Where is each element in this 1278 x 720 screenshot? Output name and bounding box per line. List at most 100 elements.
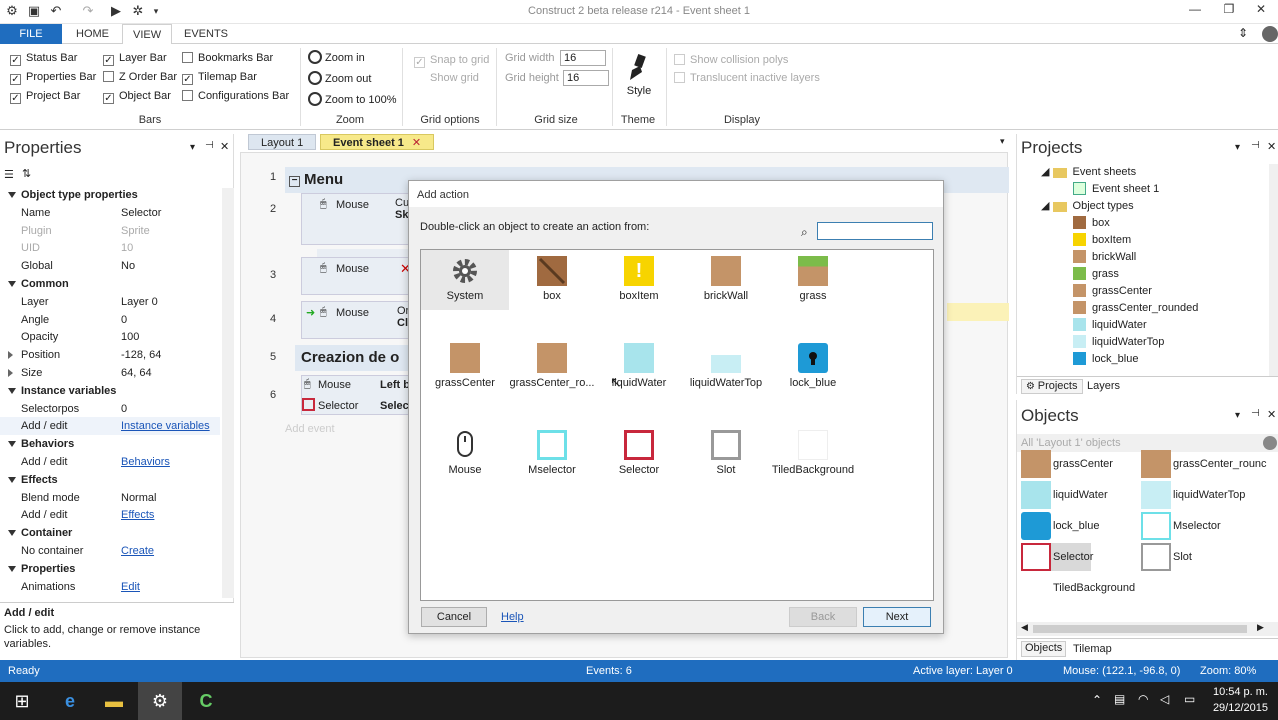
property-row[interactable]: Common [0,275,220,293]
object-item[interactable]: box [508,250,596,310]
sort-alpha-icon[interactable]: ⇅ [22,167,31,180]
pin-icon[interactable]: ⊣ [205,140,214,151]
project-tree[interactable]: ◢ Event sheets Event sheet 1 ◢ Object ty… [1017,164,1267,376]
tab-events[interactable]: EVENTS [174,24,238,44]
account-icon[interactable] [1262,26,1278,42]
scroll-left-icon[interactable]: ◀ [1021,622,1028,633]
property-row[interactable]: Animations Edit [0,578,220,596]
tray-network-icon[interactable]: ▤ [1114,692,1125,706]
object-item[interactable]: grass [769,250,857,310]
tree-item-object-type[interactable]: grassCenter [1073,283,1152,300]
property-row[interactable]: Plugin Sprite [0,222,220,240]
event-condition-row[interactable]: 🖱 Mouse Left b Selector Selec [301,375,411,415]
tree-item-object-type[interactable]: boxItem [1073,232,1131,249]
object-tile[interactable]: grassCenter_rounc [1141,450,1267,478]
tab-event-sheet-1[interactable]: Event sheet 1 ✕ [320,134,435,150]
object-tile[interactable]: lock_blue [1021,512,1141,540]
objects-hscrollbar[interactable]: ◀ ▶ [1017,622,1278,636]
object-item[interactable]: grassCenter_ro... [508,337,596,397]
tree-item-object-type[interactable]: lock_blue [1073,351,1138,368]
object-bar-checkbox[interactable]: ✓ Object Bar [103,88,171,104]
tree-item-event-sheets[interactable]: ◢ Event sheets [1041,164,1136,181]
property-row[interactable]: Properties [0,560,220,578]
grid-width-input[interactable]: 16 [560,50,606,66]
next-button[interactable]: Next [863,607,931,627]
object-tile[interactable]: Slot [1141,543,1261,571]
tree-item-object-type[interactable]: grass [1073,266,1119,283]
tilemap-bar-checkbox[interactable]: ✓ Tilemap Bar [182,69,257,85]
close-panel-icon[interactable]: ✕ [1267,408,1276,421]
group-creazion[interactable]: Creazion de o [295,345,415,371]
object-tile[interactable]: grassCenter [1021,450,1141,478]
close-tab-icon[interactable]: ✕ [412,137,421,149]
property-link[interactable]: Effects [121,506,154,524]
add-event-link[interactable]: Add event [285,423,335,435]
properties-bar-checkbox[interactable]: ✓ Properties Bar [10,69,96,85]
object-item[interactable]: Mselector [508,424,596,484]
scroll-thumb[interactable] [1033,625,1247,633]
property-row[interactable]: Opacity 100 [0,328,220,346]
panel-menu-icon[interactable]: ▾ [1235,142,1240,153]
property-row[interactable]: Angle 0 [0,311,220,329]
panel-menu-icon[interactable]: ▾ [1235,410,1240,421]
layer-bar-checkbox[interactable]: ✓ Layer Bar [103,50,167,66]
file-explorer-icon[interactable]: ▬ [92,682,136,720]
projects-scrollbar[interactable] [1269,164,1278,376]
property-row[interactable]: Behaviors [0,435,220,453]
tree-item-object-type[interactable]: liquidWater [1073,317,1147,334]
close-panel-icon[interactable]: ✕ [220,140,229,153]
close-icon[interactable]: ✕ [1250,2,1272,22]
cancel-button[interactable]: Cancel [421,607,487,627]
tab-layout-1[interactable]: Layout 1 [248,134,317,150]
tab-file[interactable]: FILE [0,24,62,44]
zoom-100-button[interactable]: Zoom to 100% [308,90,397,110]
object-item[interactable]: TiledBackground [769,424,857,484]
tree-item-event-sheet-1[interactable]: Event sheet 1 [1073,181,1159,198]
tab-projects[interactable]: ⚙ Projects [1021,379,1083,394]
event-condition-row[interactable]: 🖱 Mouse ✕ [301,257,411,295]
bookmarks-bar-checkbox[interactable]: Bookmarks Bar [182,50,273,66]
tab-objects[interactable]: Objects [1021,641,1067,657]
tree-item-object-type[interactable]: box [1073,215,1110,232]
property-row[interactable]: Add / edit Behaviors [0,453,220,471]
configurations-bar-checkbox[interactable]: Configurations Bar [182,88,289,104]
close-panel-icon[interactable]: ✕ [1267,140,1276,153]
tab-layers[interactable]: Layers [1087,380,1120,392]
objects-grid[interactable]: grassCenter grassCenter_rounc liquidWater l… [1021,450,1267,620]
object-item[interactable]: liquidWater [595,337,683,397]
tree-item-object-type[interactable]: grassCenter_rounded [1073,300,1198,317]
tree-item-object-type[interactable]: brickWall [1073,249,1136,266]
property-row[interactable]: Selectorpos 0 [0,400,220,418]
collapse-icon[interactable]: − [289,176,300,187]
tab-home[interactable]: HOME [66,24,119,44]
project-bar-checkbox[interactable]: ✓ Project Bar [10,88,80,104]
pin-icon[interactable]: ⊣ [1251,140,1260,151]
z-order-bar-checkbox[interactable]: Z Order Bar [103,69,177,85]
object-item[interactable]: brickWall [682,250,770,310]
property-row[interactable]: Blend mode Normal [0,489,220,507]
zoom-in-button[interactable]: Zoom in [308,48,365,68]
show-grid-checkbox[interactable]: Show grid [414,70,479,86]
categorized-icon[interactable]: ☰ [4,168,14,181]
property-link[interactable]: Instance variables [121,417,210,435]
object-tile[interactable]: TiledBackground [1021,574,1141,602]
property-row[interactable]: Add / edit Effects [0,506,220,524]
style-button[interactable]: Style [622,52,656,108]
ribbon-collapse-icon[interactable]: ⇕ [1238,26,1248,40]
object-tile[interactable]: Selector [1021,543,1093,571]
pin-icon[interactable]: ⊣ [1251,408,1260,419]
property-row[interactable]: Name Selector [0,204,220,222]
snap-to-grid-checkbox[interactable]: ✓ Snap to grid [414,52,489,68]
filter-icon[interactable] [1263,436,1277,450]
status-bar-checkbox[interactable]: ✓ Status Bar [10,50,77,66]
object-item[interactable]: Mouse [421,424,509,484]
event-condition-row[interactable]: ➜ 🖱 Mouse [301,301,411,339]
property-link[interactable]: Edit [121,578,140,596]
grid-height-input[interactable]: 16 [563,70,609,86]
object-tile[interactable]: liquidWaterTop [1141,481,1261,509]
back-button[interactable]: Back [789,607,857,627]
tree-item-object-type[interactable]: liquidWaterTop [1073,334,1164,351]
property-row[interactable]: Object type properties [0,186,220,204]
property-link[interactable]: Create [121,542,154,560]
tray-volume-icon[interactable]: ◁ [1160,692,1169,706]
